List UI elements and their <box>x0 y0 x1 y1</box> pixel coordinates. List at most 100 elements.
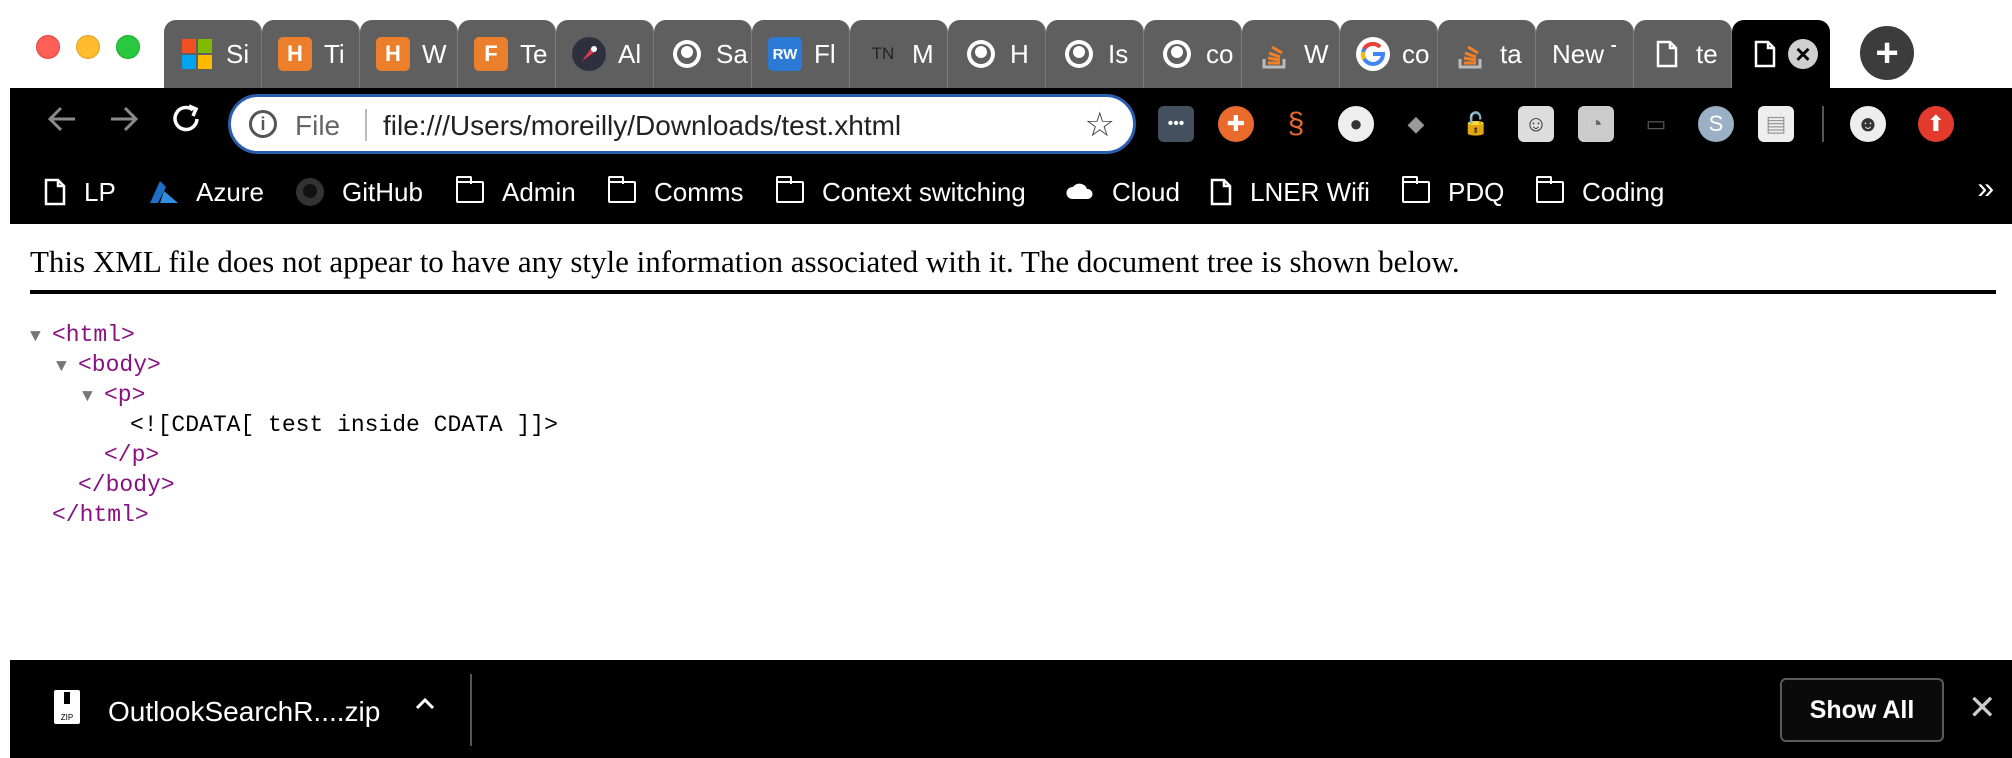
tab[interactable]: H W <box>360 20 458 88</box>
bookmark-azure[interactable]: Azure <box>148 174 264 210</box>
show-all-button[interactable]: Show All <box>1780 678 1944 742</box>
tab[interactable]: Al <box>556 20 654 88</box>
collapse-triangle-icon[interactable]: ▼ <box>56 352 78 382</box>
tab-active[interactable]: × <box>1732 20 1830 88</box>
close-window-button[interactable] <box>36 35 60 59</box>
skype-icon[interactable]: S <box>1698 106 1734 142</box>
bookmark-star-icon[interactable]: ☆ <box>1085 105 1115 145</box>
tab[interactable]: co <box>1340 20 1438 88</box>
bookmark-cloud[interactable]: Cloud <box>1062 174 1180 210</box>
update-arrow-icon[interactable]: ⬆ <box>1918 106 1954 142</box>
eye-icon[interactable]: ● <box>1338 106 1374 142</box>
tab-label: W <box>422 38 447 69</box>
tab[interactable]: te <box>1634 20 1732 88</box>
bookmark-lner-wifi[interactable]: LNER Wifi <box>1208 174 1370 210</box>
bookmark-label: Context switching <box>822 176 1026 207</box>
svg-text:ZIP: ZIP <box>61 713 73 722</box>
xml-tag: </body> <box>78 472 175 498</box>
forward-button[interactable] <box>100 100 148 148</box>
github-icon <box>1160 37 1194 71</box>
tab[interactable]: F Te <box>458 20 556 88</box>
collapse-triangle-icon[interactable]: ▼ <box>82 382 104 412</box>
xml-style-notice: This XML file does not appear to have an… <box>30 244 1460 279</box>
bookmark-label: Coding <box>1582 176 1665 207</box>
page-icon[interactable]: ▤ <box>1758 106 1794 142</box>
chevron-up-icon[interactable] <box>414 690 436 722</box>
tab-label: Fl <box>814 38 836 69</box>
github-icon <box>964 37 998 71</box>
bookmark-label: Azure <box>196 176 264 207</box>
collapse-triangle-icon[interactable]: ▼ <box>30 322 52 352</box>
folder-icon <box>1400 176 1432 206</box>
download-filename[interactable]: OutlookSearchR....zip <box>108 696 380 728</box>
folder-icon <box>454 176 486 206</box>
lifebuoy-icon[interactable]: ✚ <box>1218 106 1254 142</box>
tab-label: te <box>1696 38 1718 69</box>
tab[interactable]: H <box>948 20 1046 88</box>
gauge-icon[interactable]: ◔ <box>1578 106 1614 142</box>
bookmark-folder-coding[interactable]: Coding <box>1534 174 1664 210</box>
tree-node: <![CDATA[ test inside CDATA ]]> <box>30 410 558 440</box>
bookmark-lp[interactable]: LP <box>42 174 116 210</box>
bookmark-label: PDQ <box>1448 176 1505 207</box>
google-icon <box>1356 37 1390 71</box>
password-manager-icon[interactable]: ••• <box>1158 106 1194 142</box>
tab[interactable]: co <box>1144 20 1242 88</box>
tab-label: co <box>1402 38 1430 69</box>
back-button[interactable] <box>38 100 86 148</box>
info-icon[interactable]: i <box>249 110 277 138</box>
bookmarks-overflow-button[interactable]: » <box>1977 172 1994 206</box>
tab-label: Ti <box>324 38 345 69</box>
bookmark-folder-pdq[interactable]: PDQ <box>1400 174 1504 210</box>
bookmark-github[interactable]: GitHub <box>294 174 423 210</box>
tab[interactable]: Sa <box>654 20 752 88</box>
f-icon: F <box>474 37 508 71</box>
tab-label: W <box>1304 38 1329 69</box>
divider <box>30 290 1996 294</box>
stackoverflow-icon <box>1258 37 1292 71</box>
reload-button[interactable] <box>162 100 210 148</box>
tab[interactable]: W <box>1242 20 1340 88</box>
tab[interactable]: RW Fl <box>752 20 850 88</box>
tab[interactable]: H Ti <box>262 20 360 88</box>
speech-bubble-icon[interactable]: ▭ <box>1638 106 1674 142</box>
zoom-window-button[interactable] <box>116 35 140 59</box>
bookmark-label: Cloud <box>1112 176 1180 207</box>
microsoft-icon <box>180 37 214 71</box>
tree-node: </p> <box>30 440 558 470</box>
octocat-icon[interactable]: ☺ <box>1518 106 1554 142</box>
toolbar-separator <box>1822 106 1824 142</box>
minimize-window-button[interactable] <box>76 35 100 59</box>
scheme-label: File <box>295 110 341 141</box>
app-icon <box>572 37 606 71</box>
tab[interactable]: Is <box>1046 20 1144 88</box>
fish-icon[interactable]: ◆ <box>1398 106 1434 142</box>
tab[interactable]: Si <box>164 20 262 88</box>
bookmark-folder-comms[interactable]: Comms <box>606 174 744 210</box>
bookmark-folder-admin[interactable]: Admin <box>454 174 576 210</box>
tn-icon: TN <box>871 44 895 63</box>
address-separator <box>365 109 367 141</box>
tree-node: ▼ <p> <box>30 380 558 410</box>
tab[interactable]: ta <box>1438 20 1536 88</box>
new-tab-button[interactable]: + <box>1860 26 1914 80</box>
bookmark-folder-context-switching[interactable]: Context switching <box>774 174 1026 210</box>
hook-icon[interactable]: § <box>1278 106 1314 142</box>
lock-icon[interactable]: 🔓 <box>1458 106 1494 142</box>
tab-list: Si H Ti H W F Te Al Sa RW Fl TN M H Is c… <box>164 20 1830 88</box>
tab-label: Si <box>226 38 250 69</box>
url-text[interactable]: file:///Users/moreilly/Downloads/test.xh… <box>383 110 901 142</box>
xml-tag: </html> <box>52 502 149 528</box>
xml-tag: <body> <box>78 352 161 378</box>
address-bar[interactable]: i File file:///Users/moreilly/Downloads/… <box>228 94 1136 154</box>
avatar[interactable]: ☻ <box>1850 106 1886 142</box>
document-icon <box>42 178 68 206</box>
xml-tag: <p> <box>104 382 146 408</box>
tab[interactable]: TN M <box>850 20 948 88</box>
close-icon[interactable]: ✕ <box>1968 688 1997 728</box>
close-tab-icon[interactable]: × <box>1788 39 1818 69</box>
tree-node: ▼ <body> <box>30 350 558 380</box>
tab[interactable]: New T <box>1536 20 1634 88</box>
cloud-icon <box>1062 178 1096 206</box>
tab-label: Al <box>618 38 642 69</box>
